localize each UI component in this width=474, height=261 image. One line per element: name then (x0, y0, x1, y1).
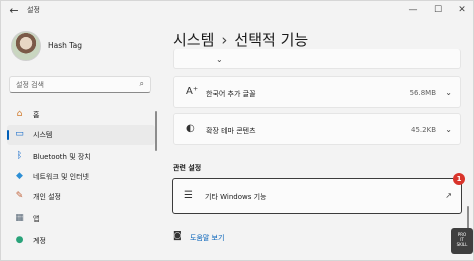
apps-icon: ▦ (15, 213, 24, 223)
help-icon: ◙ (173, 231, 182, 241)
breadcrumb-parent[interactable]: 시스템 (173, 31, 214, 49)
sidebar-item-apps[interactable]: ▦ 앱 (7, 209, 155, 229)
sidebar-item-label: 계정 (33, 237, 46, 245)
search-icon: ⌕ (139, 79, 144, 88)
more-windows-features-link[interactable]: ☰ 기타 Windows 기능 ↗ (172, 178, 462, 214)
section-title: 관련 설정 (173, 164, 202, 172)
minimize-button[interactable]: — (404, 3, 422, 17)
feature-card-top[interactable]: ⌄ (173, 49, 461, 69)
breadcrumb-separator: › (221, 31, 228, 49)
chevron-down-icon: ⌄ (216, 55, 223, 64)
maximize-button[interactable]: ☐ (429, 3, 447, 17)
help-label: 도움말 보기 (190, 234, 225, 242)
list-icon: ☰ (184, 190, 193, 201)
feature-item[interactable]: A⁺ 한국어 추가 글꼴 56.8MB ⌄ (173, 76, 461, 108)
avatar (11, 31, 41, 61)
feature-size: 56.8MB (409, 89, 436, 97)
search-input[interactable]: 설정 검색 ⌕ (9, 76, 151, 93)
feature-label: 확장 테마 콘텐츠 (206, 127, 256, 135)
sidebar-item-label: 홈 (33, 111, 40, 119)
font-icon: A⁺ (186, 86, 199, 97)
network-icon: ◆ (16, 171, 23, 181)
feature-item[interactable]: ◐ 확장 테마 콘텐츠 45.2KB ⌄ (173, 113, 461, 145)
sidebar-item-label: Bluetooth 및 장치 (33, 153, 91, 161)
sidebar-item-network[interactable]: ◆ 네트워크 및 인터넷 (7, 167, 155, 187)
sidebar-item-home[interactable]: ⌂ 홈 (7, 105, 155, 125)
watermark-line: SKILL (456, 242, 468, 247)
breadcrumb: 시스템 › 선택적 기능 (173, 29, 308, 50)
close-button[interactable]: ✕ (453, 3, 471, 17)
feature-size: 45.2KB (411, 126, 436, 134)
back-button[interactable]: ← (7, 4, 21, 18)
sidebar-item-bluetooth[interactable]: ᛒ Bluetooth 및 장치 (7, 147, 155, 167)
page-title: 선택적 기능 (234, 31, 309, 49)
settings-window: ← 설정 — ☐ ✕ Hash Tag 설정 검색 ⌕ ⌂ 홈 ▭ 시스템 ᛒ … (0, 0, 474, 261)
bluetooth-icon: ᛒ (16, 151, 23, 161)
active-indicator (7, 130, 9, 140)
external-link-icon: ↗ (445, 191, 452, 200)
system-icon: ▭ (15, 129, 24, 139)
theme-icon: ◐ (186, 123, 195, 134)
app-title: 설정 (27, 6, 40, 14)
sidebar-item-accounts[interactable]: ● 계정 (7, 231, 155, 251)
home-icon: ⌂ (16, 109, 23, 119)
expand-chevron-icon[interactable]: ⌄ (445, 88, 452, 97)
sidebar-item-label: 시스템 (33, 131, 53, 139)
sidebar-item-label: 개인 설정 (33, 193, 61, 201)
sidebar-item-system[interactable]: ▭ 시스템 (7, 125, 155, 145)
sidebar-item-label: 앱 (33, 215, 40, 223)
search-placeholder: 설정 검색 (16, 81, 44, 89)
sidebar-scrollbar[interactable] (155, 111, 157, 151)
sidebar-item-personalization[interactable]: ✎ 개인 설정 (7, 187, 155, 207)
user-name: Hash Tag (48, 41, 82, 50)
related-item-label: 기타 Windows 기능 (205, 193, 267, 201)
expand-chevron-icon[interactable]: ⌄ (445, 125, 452, 134)
step-badge: 1 (453, 173, 465, 185)
sidebar-item-label: 네트워크 및 인터넷 (33, 173, 89, 181)
watermark-logo: PRO IT SKILL (451, 228, 473, 254)
accounts-icon: ● (15, 235, 24, 245)
title-bar: ← 설정 — ☐ ✕ (1, 1, 474, 21)
feature-label: 한국어 추가 글꼴 (206, 90, 256, 98)
personalization-icon: ✎ (15, 191, 24, 201)
